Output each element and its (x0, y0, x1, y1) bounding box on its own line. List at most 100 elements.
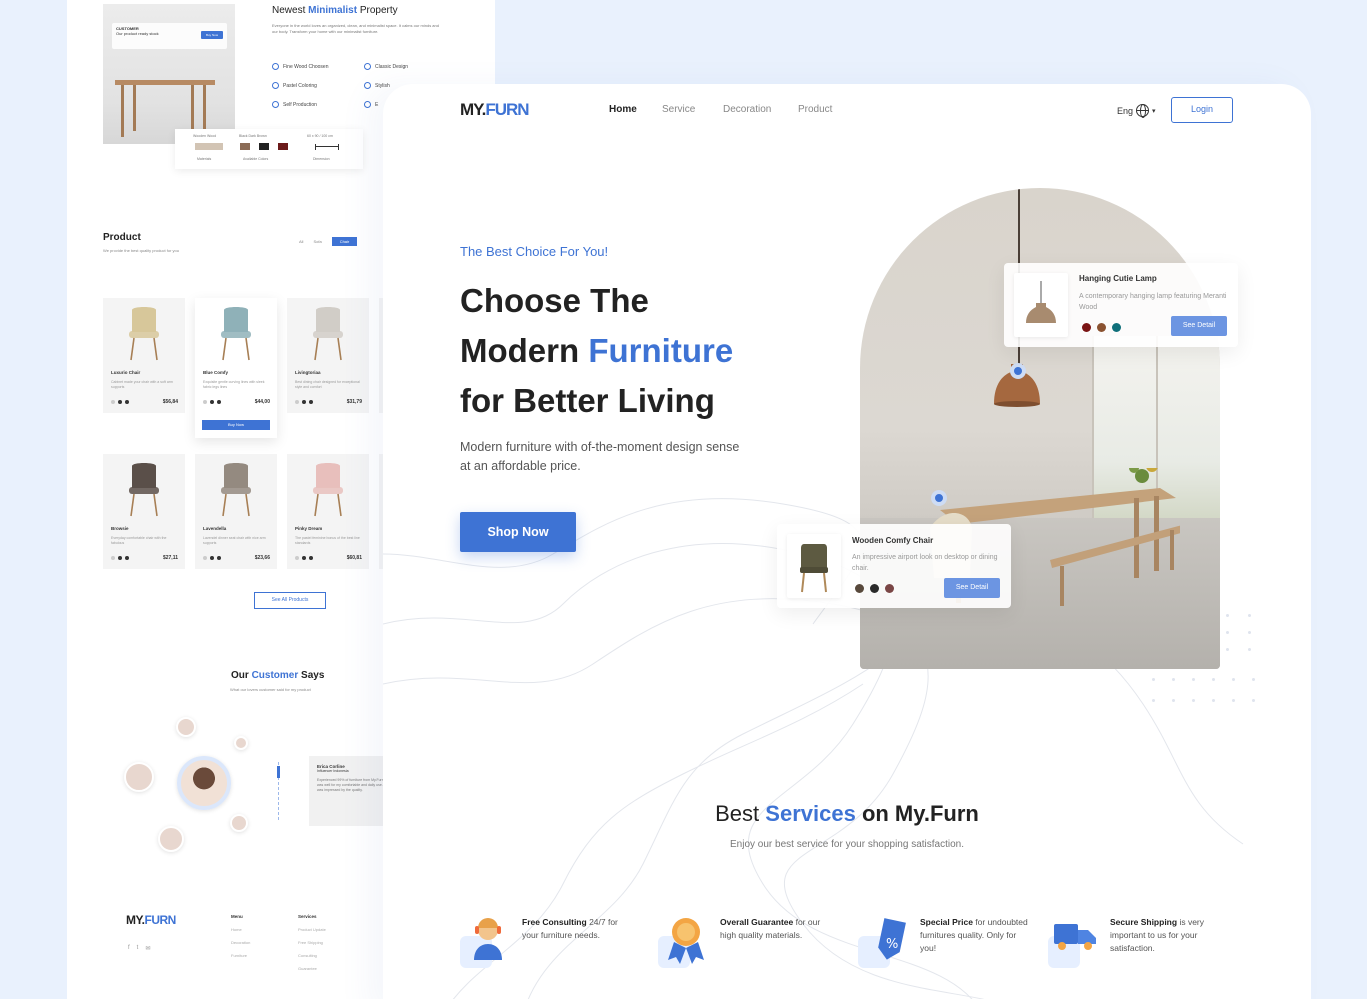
product-price: $56,84 (162, 399, 178, 405)
product-card[interactable]: Livingtoriaa Best dining chair designed f… (287, 298, 369, 413)
customer-avatar[interactable] (234, 736, 248, 750)
services-title: Best Services on My.Furn (383, 801, 1311, 827)
tab-all[interactable]: All (299, 239, 303, 244)
color-option[interactable] (295, 400, 299, 404)
chair-see-detail-button[interactable]: See Detail (944, 578, 1000, 598)
tab-sofa[interactable]: Sofa (313, 239, 321, 244)
dot-grid-decoration (1152, 678, 1255, 702)
color-option[interactable] (1112, 323, 1121, 332)
shop-now-button[interactable]: Shop Now (460, 512, 576, 552)
swatch-wood[interactable] (195, 143, 223, 150)
chair-card-description: An impressive airport look on desktop or… (852, 554, 998, 572)
color-option[interactable] (309, 400, 313, 404)
color-option[interactable] (302, 556, 306, 560)
customer-avatar-selected[interactable] (177, 756, 231, 810)
color-option[interactable] (870, 584, 879, 593)
chair-image (313, 463, 343, 517)
brand-logo[interactable]: MY.FURN (460, 100, 530, 120)
feature-item: Fine Wood Choosen (272, 63, 329, 70)
nav-service[interactable]: Service (662, 104, 695, 115)
color-option[interactable] (118, 400, 122, 404)
product-card[interactable]: Luxurio Chair Cabinet made your chair wit… (103, 298, 185, 413)
lamp-hotspot[interactable] (1010, 363, 1026, 379)
footer-logo-a: MY. (126, 913, 145, 927)
products-title: Product (103, 232, 141, 243)
product-card[interactable]: Pinky Dream The pastel feminine bonus of … (287, 454, 369, 569)
product-color-options (203, 400, 221, 404)
swatch-caption-wood: Materials (197, 157, 212, 161)
property-tooltip-button[interactable]: Buy Now (201, 31, 223, 39)
facebook-icon[interactable]: f (128, 945, 130, 952)
testimonial-scroll-indicator[interactable] (277, 762, 280, 820)
chair-image (129, 463, 159, 517)
lamp-card-title: Hanging Cutie Lamp (1079, 274, 1157, 283)
chair-product-card[interactable]: Wooden Comfy Chair An impressive airport… (777, 524, 1011, 608)
testimonials-title: Our Customer Says (231, 670, 324, 681)
swatch-color[interactable] (240, 143, 250, 150)
chair-card-title: Wooden Comfy Chair (852, 536, 934, 545)
tab-chair[interactable]: Chair (331, 237, 358, 246)
color-option[interactable] (309, 556, 313, 560)
color-option[interactable] (217, 556, 221, 560)
product-card[interactable]: Blue Comfy Exquisite gentle curving lines… (195, 298, 277, 438)
color-option[interactable] (125, 400, 129, 404)
feature-label: Classic Design (375, 63, 409, 70)
feature-label: Fine Wood Choosen (283, 63, 329, 70)
footer-link[interactable]: Decoration (231, 936, 250, 949)
customer-avatar[interactable] (124, 762, 154, 792)
nav-product[interactable]: Product (798, 104, 832, 115)
footer-logo[interactable]: MY.FURN (126, 913, 176, 927)
lamp-see-detail-button[interactable]: See Detail (1171, 316, 1227, 336)
mail-icon[interactable]: ✉ (145, 945, 150, 952)
color-option[interactable] (1097, 323, 1106, 332)
nav-home[interactable]: Home (609, 104, 637, 115)
color-option[interactable] (125, 556, 129, 560)
buy-now-button[interactable]: Buy Now (202, 420, 270, 430)
product-card[interactable]: Lavendella Lavendel dinner seat chair wit… (195, 454, 277, 569)
property-description: Everyone in the world loves an organized… (272, 23, 439, 34)
lamp-product-card[interactable]: Hanging Cutie Lamp A contemporary hangin… (1004, 263, 1238, 347)
color-option[interactable] (118, 556, 122, 560)
color-option[interactable] (217, 400, 221, 404)
login-button[interactable]: Login (1171, 97, 1233, 123)
color-option[interactable] (210, 556, 214, 560)
color-option[interactable] (302, 400, 306, 404)
footer-link[interactable]: Home (231, 923, 250, 936)
nav-decoration[interactable]: Decoration (723, 104, 771, 115)
landing-page: MY.FURN Home Service Decoration Product … (383, 84, 1311, 999)
footer-link[interactable]: Furniture (231, 949, 250, 962)
product-card[interactable]: Browsie Everyday comfortable chair with t… (103, 454, 185, 569)
footer-link[interactable]: Consulting (298, 949, 326, 962)
chair-hotspot[interactable] (931, 490, 947, 506)
color-option[interactable] (855, 584, 864, 593)
customer-avatar[interactable] (158, 826, 184, 852)
customer-avatar[interactable] (230, 814, 248, 832)
footer-link[interactable]: Guarantee (298, 962, 326, 975)
product-description: Cabinet made your chair with a soft arm … (111, 380, 173, 389)
property-title-b: Property (359, 5, 398, 16)
color-option[interactable] (111, 556, 115, 560)
customer-avatar[interactable] (176, 717, 196, 737)
swatch-color[interactable] (278, 143, 288, 150)
color-option[interactable] (203, 556, 207, 560)
twitter-icon[interactable]: t (137, 945, 139, 952)
language-selector[interactable]: Eng ▾ (1117, 104, 1156, 118)
color-option[interactable] (203, 400, 207, 404)
color-option[interactable] (1082, 323, 1091, 332)
color-option[interactable] (885, 584, 894, 593)
color-option[interactable] (295, 556, 299, 560)
swatch-color[interactable] (259, 143, 269, 150)
product-description: Best dining chair designed for exception… (295, 380, 360, 389)
check-icon (364, 82, 371, 89)
color-option[interactable] (210, 400, 214, 404)
hero-headline: Choose The Modern Furniture for Better L… (460, 276, 733, 426)
dot-grid-decoration (1226, 614, 1251, 651)
color-option[interactable] (111, 400, 115, 404)
chair-color-options (855, 584, 894, 593)
footer-link[interactable]: Product Update (298, 923, 326, 936)
logo-part-a: MY. (460, 100, 486, 119)
footer-link[interactable]: Free Shipping (298, 936, 326, 949)
chair-thumbnail (787, 534, 841, 598)
see-all-products-button[interactable]: See All Products (254, 592, 326, 609)
chair-image (129, 307, 159, 361)
